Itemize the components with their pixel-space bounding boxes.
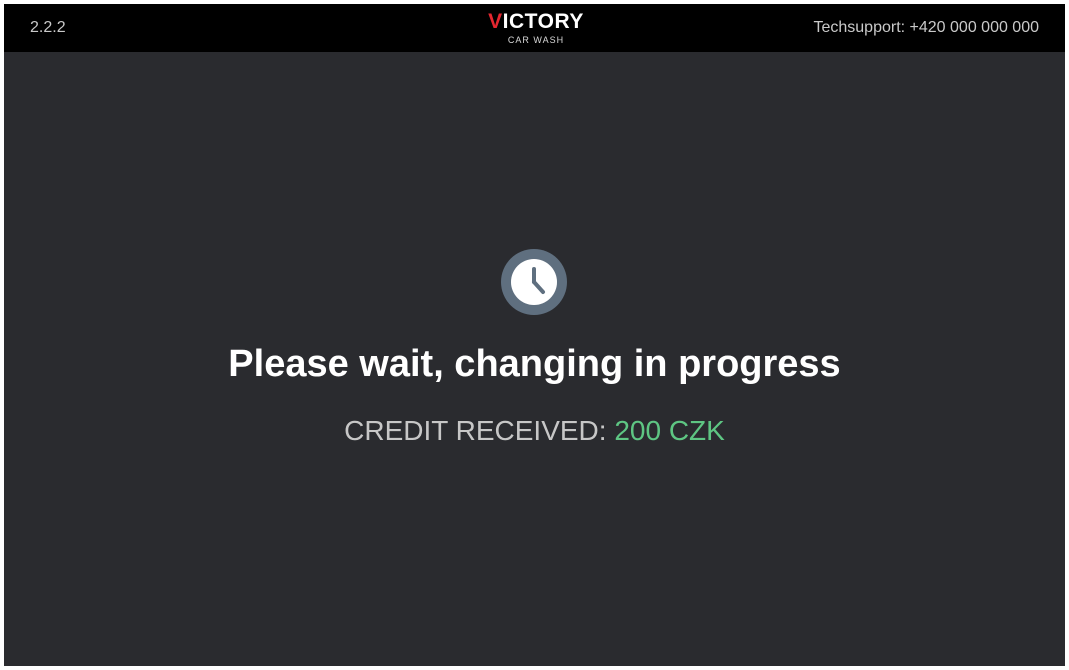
techsupport-label: Techsupport: +420 000 000 000 <box>813 19 1039 36</box>
logo-wordmark: VICTORY <box>484 11 588 33</box>
app-screen: 2.2.2 VICTORY CAR WASH Techsupport: +420… <box>4 4 1065 666</box>
credit-received: CREDIT RECEIVED: 200 CZK <box>4 414 1065 448</box>
logo-initial: V <box>488 10 503 33</box>
victory-car-wash-logo: VICTORY CAR WASH <box>484 11 588 47</box>
logo-tagline: CAR WASH <box>507 35 565 45</box>
top-bar: 2.2.2 VICTORY CAR WASH Techsupport: +420… <box>4 4 1065 52</box>
clock-icon <box>501 249 567 315</box>
version-label: 2.2.2 <box>30 19 66 36</box>
credit-amount: 200 CZK <box>614 415 725 446</box>
logo-name-rest: ICTORY <box>502 10 584 33</box>
status-message: Please wait, changing in progress <box>228 343 841 385</box>
credit-label: CREDIT RECEIVED: <box>344 415 607 446</box>
